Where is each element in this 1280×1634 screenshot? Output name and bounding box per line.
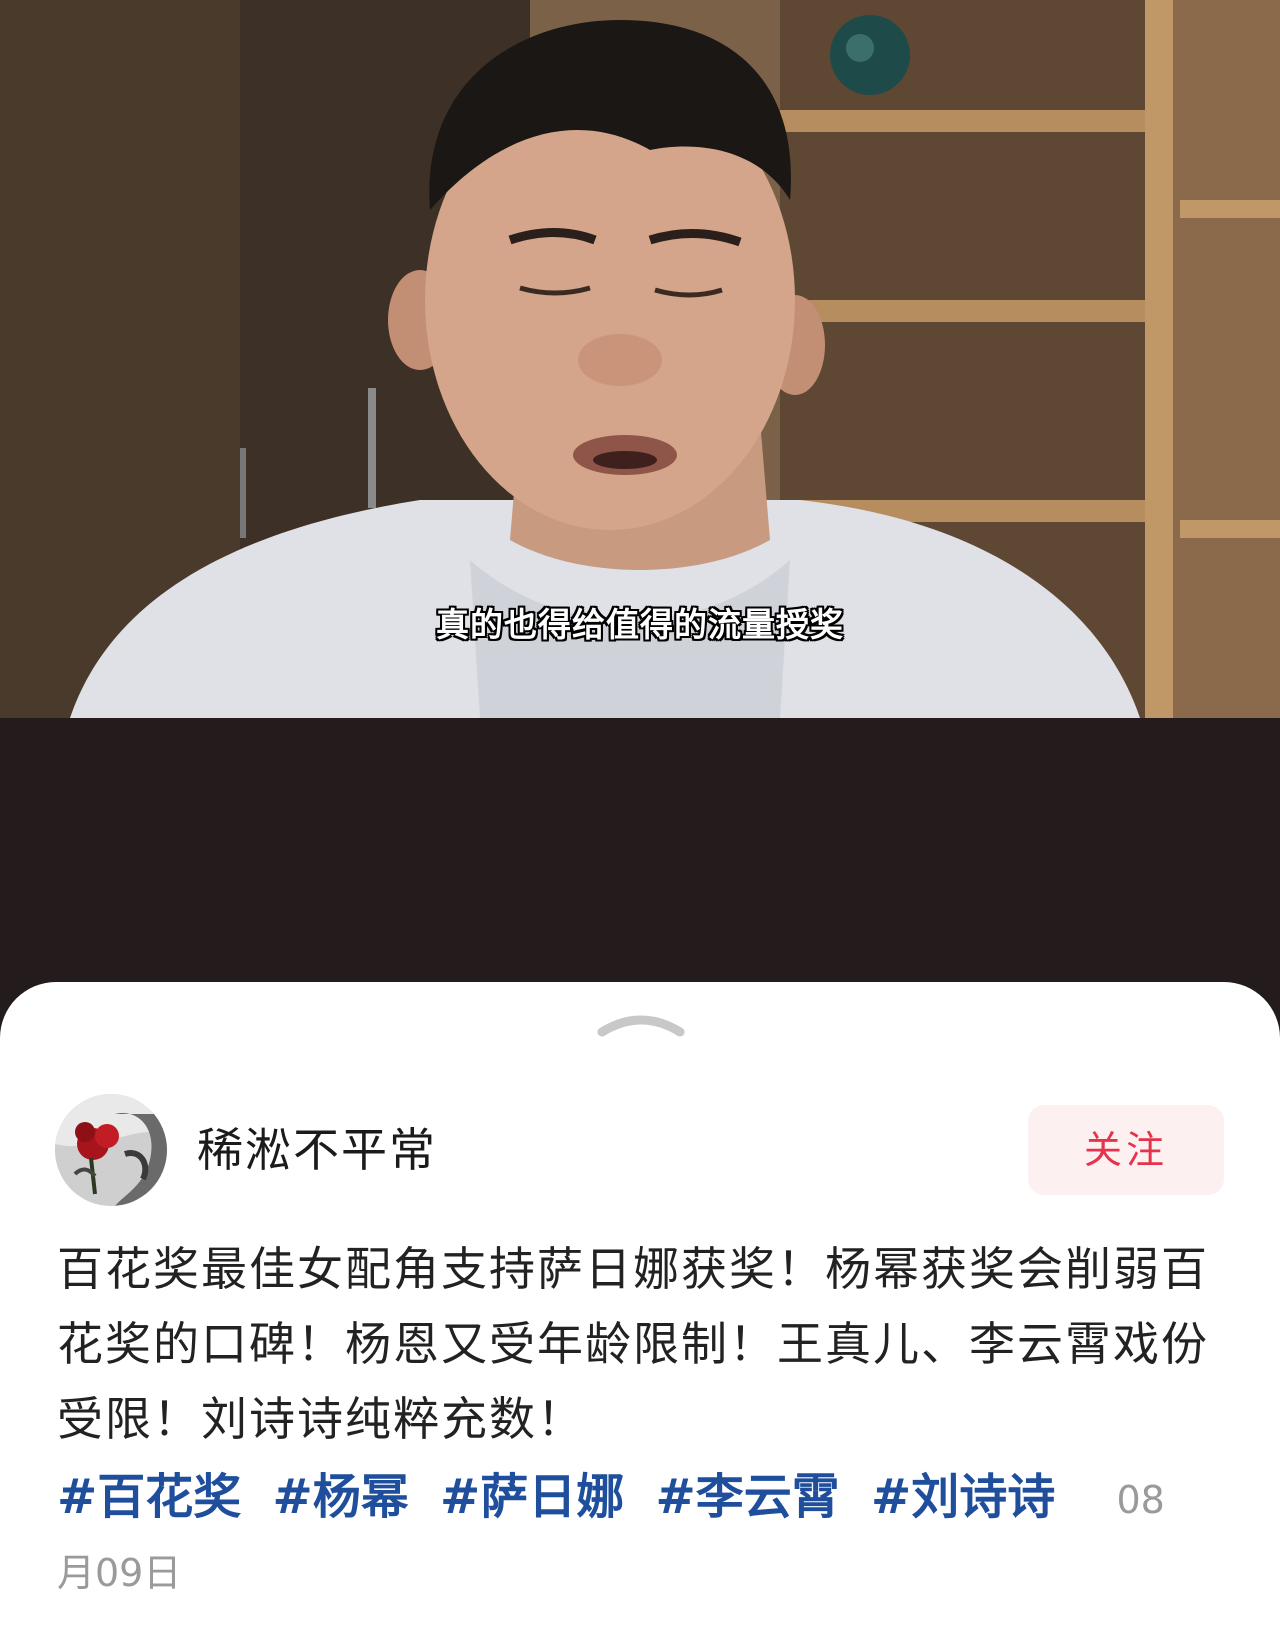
follow-button[interactable]: 关注 [1028, 1105, 1224, 1195]
hashtag-link[interactable]: #李云霄 [656, 1469, 840, 1525]
rose-avatar-icon [55, 1094, 167, 1206]
post-date-start: 08 [1116, 1478, 1165, 1522]
hashtag-link[interactable]: #刘诗诗 [871, 1469, 1055, 1525]
hashtag-link[interactable]: #萨日娜 [440, 1469, 624, 1525]
author-name[interactable]: 稀淞不平常 [197, 1120, 437, 1180]
author-avatar[interactable] [55, 1094, 167, 1206]
video-letterbox [0, 718, 1280, 982]
hashtag-link[interactable]: #杨幂 [273, 1469, 409, 1525]
video-subtitle: 真的也得给值得的流量授奖 [436, 605, 844, 644]
tags-line: #百花奖 #杨幂 #萨日娜 #李云霄 #刘诗诗 08 [57, 1462, 1257, 1535]
chevron-up-icon[interactable] [596, 1006, 686, 1040]
video-player[interactable]: 真的也得给值得的流量授奖 [0, 0, 1280, 718]
post-date-end: 月09日 [57, 1551, 182, 1595]
post-text: 百花奖最佳女配角支持萨日娜获奖！杨幂获奖会削弱百花奖的口碑！杨恩又受年龄限制！王… [57, 1242, 1209, 1446]
hashtag-link[interactable]: #百花奖 [57, 1469, 241, 1525]
